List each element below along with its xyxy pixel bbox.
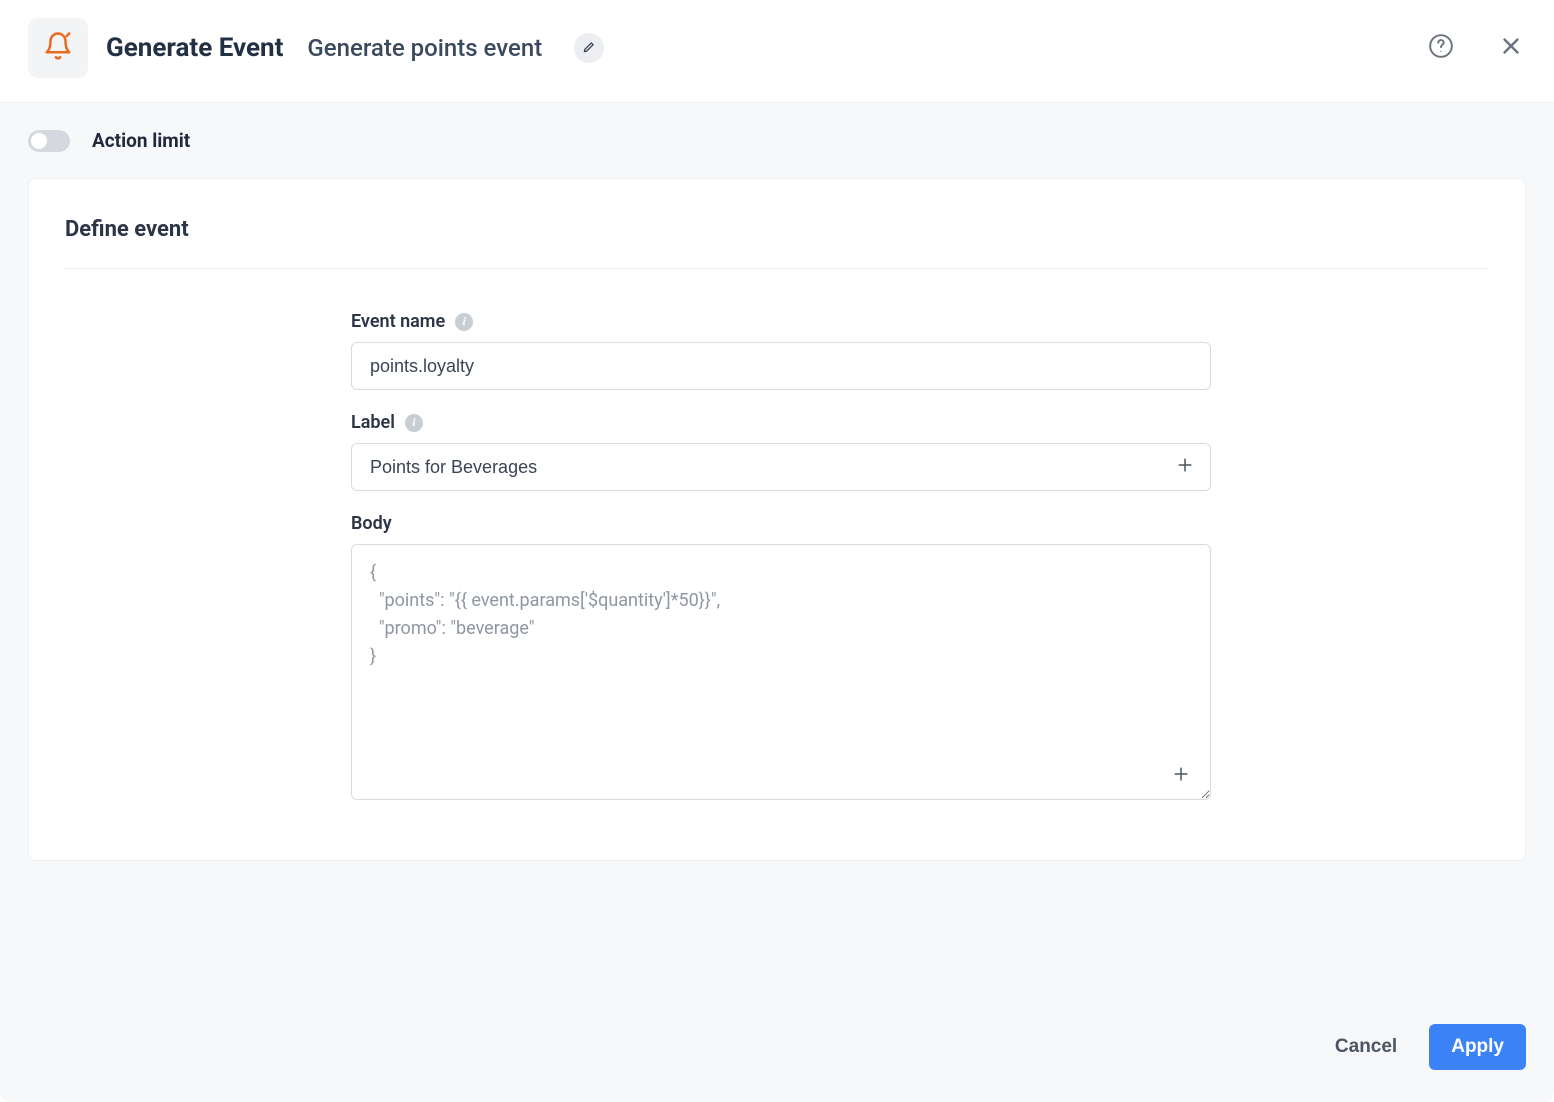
info-icon[interactable]: i: [455, 313, 473, 331]
section-title: Define event: [65, 217, 1489, 269]
help-button[interactable]: [1426, 33, 1456, 63]
modal-subtitle: Generate points event: [307, 34, 542, 62]
body-field-label: Body: [351, 513, 392, 534]
add-body-var-button[interactable]: [1169, 764, 1193, 788]
modal-title: Generate Event: [106, 33, 283, 63]
close-button[interactable]: [1496, 33, 1526, 63]
body-group: Body: [351, 513, 1211, 804]
event-name-input[interactable]: [351, 342, 1211, 390]
plus-icon: [1175, 455, 1195, 479]
cancel-button[interactable]: Cancel: [1329, 1026, 1403, 1068]
help-circle-icon: [1428, 33, 1454, 63]
action-limit-label: Action limit: [92, 129, 190, 152]
modal-footer: Cancel Apply: [0, 988, 1554, 1102]
action-limit-toggle[interactable]: [28, 130, 70, 152]
body-textarea[interactable]: [351, 544, 1211, 800]
label-field-label: Label: [351, 412, 395, 433]
modal-body: Action limit Define event Event name i: [0, 102, 1554, 988]
add-label-button[interactable]: [1173, 455, 1197, 479]
info-icon[interactable]: i: [405, 414, 423, 432]
close-icon: [1498, 33, 1524, 63]
event-name-label: Event name: [351, 311, 445, 332]
generate-event-modal: Generate Event Generate points event: [0, 0, 1554, 1102]
event-form: Event name i Label i: [351, 311, 1211, 804]
event-name-group: Event name i: [351, 311, 1211, 390]
bell-event-icon: [43, 31, 73, 65]
modal-header: Generate Event Generate points event: [0, 0, 1554, 102]
pencil-icon: [582, 39, 596, 58]
edit-subtitle-button[interactable]: [574, 33, 604, 63]
event-icon-tile: [28, 18, 88, 78]
apply-button[interactable]: Apply: [1429, 1024, 1526, 1070]
label-input[interactable]: [351, 443, 1211, 491]
label-group: Label i: [351, 412, 1211, 491]
define-event-card: Define event Event name i Label: [28, 178, 1526, 861]
plus-icon: [1171, 764, 1191, 788]
action-limit-row: Action limit: [28, 129, 1526, 152]
